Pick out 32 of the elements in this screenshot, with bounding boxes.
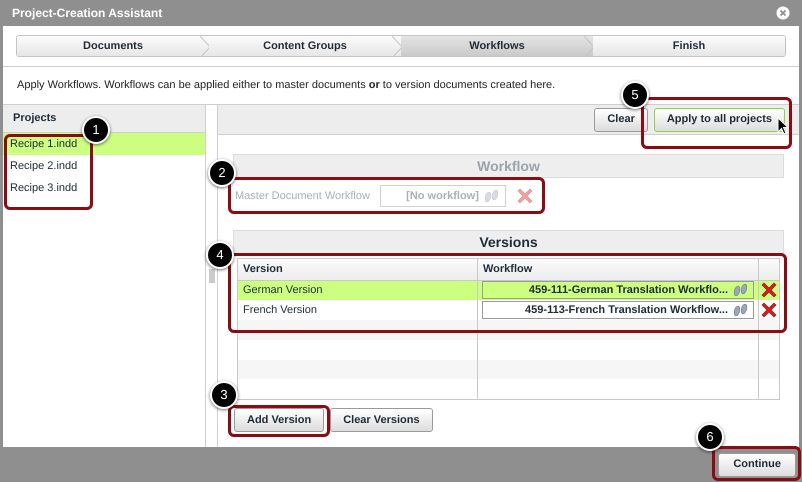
table-cell-text: French Version	[243, 302, 317, 318]
splitter-grip-icon[interactable]	[208, 269, 214, 283]
step-tab[interactable]: Finish	[593, 36, 785, 56]
table-row[interactable]: German Version 459-111-German Translation Workflo...	[238, 280, 779, 300]
table-action-button[interactable]: Add Version	[234, 408, 324, 432]
section-header: Workflow	[233, 154, 784, 178]
workflow-field[interactable]: 459-111-German Translation Workflo...	[482, 281, 754, 300]
step-tab[interactable]: Workflows	[401, 36, 593, 56]
delete-icon[interactable]	[760, 301, 778, 320]
toolbar-button[interactable]: Clear	[594, 108, 648, 132]
step-tab[interactable]: Content Groups	[209, 36, 401, 56]
workflow-field[interactable]: 459-113-French Translation Workflow...	[482, 301, 754, 320]
section-header: Versions	[233, 230, 784, 254]
panel-title: Projects	[13, 111, 56, 126]
footprints-icon	[732, 283, 750, 298]
field-label: Master Document Workflow	[235, 188, 370, 204]
project-item[interactable]: Recipe 2.indd	[3, 155, 205, 177]
description-text: Apply Workflows. Workflows can be applied either to master documents or to version documents created here.	[17, 78, 556, 94]
column-header[interactable]: Workflow	[483, 261, 532, 278]
continue-button[interactable]: Continue	[718, 452, 796, 476]
cursor-icon	[777, 117, 789, 135]
footprints-icon	[482, 189, 501, 203]
table-action-button[interactable]: Clear Versions	[330, 408, 433, 432]
window-title: Project-Creation Assistant	[12, 5, 162, 22]
project-item[interactable]: Recipe 3.indd	[3, 177, 205, 199]
footprints-icon	[732, 303, 750, 318]
column-header[interactable]: Version	[243, 261, 283, 278]
table-cell-text: German Version	[243, 283, 322, 298]
toolbar-button[interactable]: Apply to all projects	[654, 108, 785, 132]
close-icon[interactable]	[776, 6, 790, 20]
delete-icon[interactable]	[760, 281, 778, 300]
step-tab[interactable]: Documents	[17, 36, 209, 56]
